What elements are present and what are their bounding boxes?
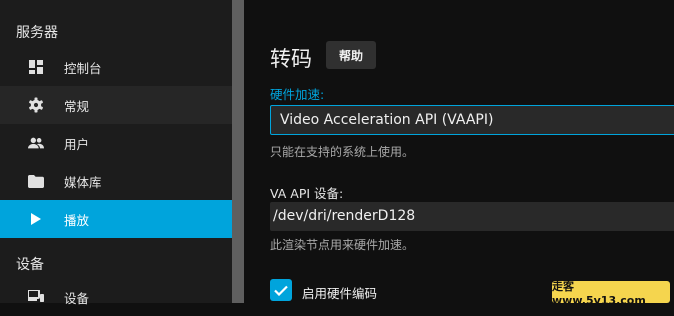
hw-encoding-label: 启用硬件编码 [302,286,378,301]
sidebar-section-server: 服务器 [16,25,58,41]
gear-icon [28,97,44,113]
va-device-hint: 此渲染节点用来硬件加速。 [270,238,415,252]
sidebar-item-label: 播放 [64,212,90,228]
sidebar-scrollbar[interactable] [232,0,244,303]
sidebar-item-label: 用户 [64,136,90,152]
sidebar-item-label: 设备 [64,290,90,306]
sidebar-item-label: 控制台 [64,60,102,76]
sidebar-item-general[interactable]: 常规 [0,86,232,124]
sidebar-item-label: 媒体库 [64,174,102,190]
sidebar-item-label: 常规 [64,98,90,114]
sidebar-item-devices[interactable]: 设备 [0,278,232,316]
dashboard-icon [28,59,44,75]
main-content: 转码 帮助 硬件加速: Video Acceleration API (VAAP… [244,0,674,303]
hw-encoding-checkbox[interactable] [270,279,292,301]
play-icon [28,211,44,227]
folder-icon [28,173,44,189]
sidebar: 服务器 控制台 常规 用户 媒体库 播放 设备 设备 [0,0,232,306]
va-device-label: VA API 设备: [270,186,344,201]
people-icon [28,135,44,151]
hw-accel-selected-value: Video Acceleration API (VAAPI) [280,112,494,128]
sidebar-item-dashboard[interactable]: 控制台 [0,48,232,86]
sidebar-item-library[interactable]: 媒体库 [0,162,232,200]
va-device-value: /dev/dri/renderD128 [273,208,416,224]
hw-accel-hint: 只能在支持的系统上使用。 [270,145,415,159]
sidebar-section-devices: 设备 [16,257,44,273]
page-title: 转码 [270,47,312,71]
check-icon [274,285,288,296]
hw-accel-label: 硬件加速: [270,87,325,102]
watermark-logo: 走客 www.5v13.com [552,280,670,307]
sidebar-item-users[interactable]: 用户 [0,124,232,162]
va-device-input[interactable]: /dev/dri/renderD128 [270,202,674,231]
help-button[interactable]: 帮助 [326,41,376,69]
hw-accel-select[interactable]: Video Acceleration API (VAAPI) [270,105,674,135]
sidebar-item-playback[interactable]: 播放 [0,200,232,238]
